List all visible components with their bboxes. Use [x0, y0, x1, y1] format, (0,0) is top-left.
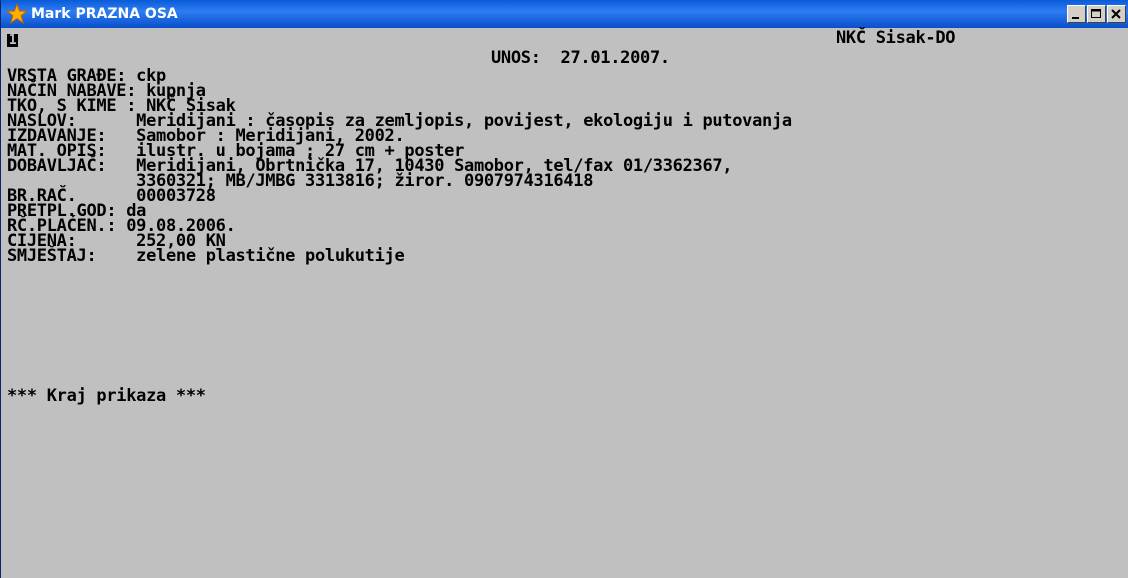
record-number: 1: [7, 33, 18, 48]
app-window: Mark PRAZNA OSA 1 NKČ Sisak-DO UNOS: 27.…: [0, 0, 1128, 578]
maximize-button[interactable]: [1087, 5, 1106, 23]
close-icon: [1111, 9, 1121, 19]
minimize-icon: [1072, 17, 1079, 19]
close-button[interactable]: [1107, 5, 1126, 23]
entry-header: UNOS: 27.01.2007.: [491, 48, 670, 68]
console-line: SMJEŠTAJ: zelene plastične polukutije: [7, 246, 405, 266]
star-icon: [6, 3, 28, 25]
institution-label: NKČ Sisak-DO: [836, 28, 956, 48]
title-bar[interactable]: Mark PRAZNA OSA: [1, 0, 1128, 28]
minimize-button[interactable]: [1067, 5, 1086, 23]
maximize-icon: [1091, 9, 1101, 18]
end-of-display: *** Kraj prikaza ***: [7, 386, 206, 406]
window-title: Mark PRAZNA OSA: [31, 6, 178, 22]
console-output[interactable]: 1 NKČ Sisak-DO UNOS: 27.01.2007. VRSTA G…: [7, 28, 1128, 578]
